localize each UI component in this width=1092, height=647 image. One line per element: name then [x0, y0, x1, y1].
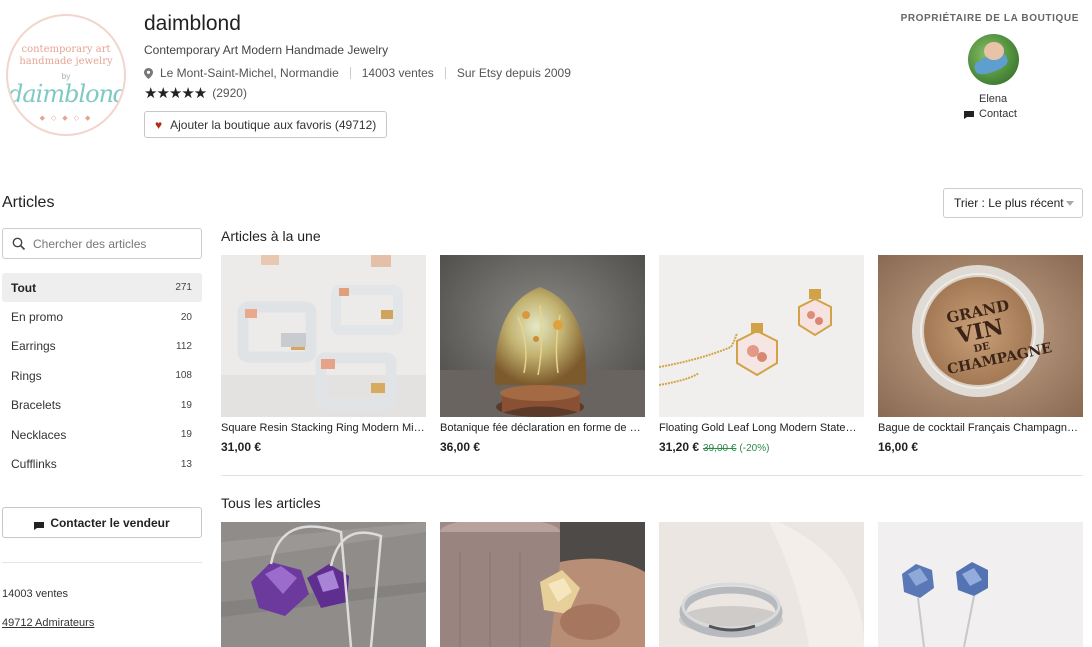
owner-name[interactable]: Elena: [979, 93, 1007, 105]
listing-card[interactable]: [659, 522, 864, 647]
listing-price: 31,20 €: [659, 440, 700, 454]
sidebar-divider: [2, 562, 202, 563]
category-count: 20: [180, 311, 192, 323]
logo-line2: handmade jewelry: [19, 56, 113, 67]
category-item-rings[interactable]: Rings 108: [2, 361, 202, 390]
listing-price: 31,00 €: [221, 440, 262, 454]
listing-card[interactable]: [878, 522, 1083, 647]
category-label: Bracelets: [11, 398, 62, 413]
category-label: Rings: [11, 368, 42, 383]
favorite-shop-label: Ajouter la boutique aux favoris (49712): [170, 117, 377, 132]
location-pin-icon: [144, 67, 153, 79]
listing-title[interactable]: Bague de cocktail Français Champagne Vin: [878, 421, 1083, 435]
owner-contact-label: Contact: [979, 108, 1017, 120]
owner-contact-link[interactable]: Contact: [964, 108, 1017, 120]
search-input[interactable]: [33, 236, 193, 251]
listing-image-silver-ring[interactable]: [659, 522, 864, 647]
listing-card[interactable]: GRAND VIN DE CHAMPAGNE Bague de cocktail…: [878, 255, 1083, 454]
listing-card[interactable]: Floating Gold Leaf Long Modern Statement…: [659, 255, 864, 454]
category-label: Necklaces: [11, 427, 67, 442]
listing-title[interactable]: Floating Gold Leaf Long Modern Statement…: [659, 421, 864, 435]
articles-title: Articles: [2, 194, 55, 211]
category-list: Tout 271 En promo 20 Earrings 112 Rings …: [2, 273, 202, 479]
category-label: Cufflinks: [11, 457, 57, 472]
shop-meta: Le Mont-Saint-Michel, Normandie 14003 ve…: [144, 66, 571, 80]
logo-ornament: ◆ ◇ ◆ ◇ ◆: [39, 115, 93, 122]
shop-tagline: Contemporary Art Modern Handmade Jewelry: [144, 43, 389, 57]
listing-image-citrine-ring[interactable]: [440, 522, 645, 647]
meta-divider: [349, 67, 351, 79]
category-item-necklaces[interactable]: Necklaces 19: [2, 420, 202, 449]
sidebar-sales-count: 14003 ventes: [2, 588, 69, 600]
message-icon: [34, 519, 45, 530]
featured-section-title: Articles à la une: [221, 228, 321, 244]
category-label: Earrings: [11, 339, 56, 354]
listing-image-gold-necklace[interactable]: [659, 255, 864, 417]
listing-price-row: 16,00 €: [878, 440, 1083, 454]
category-item-bracelets[interactable]: Bracelets 19: [2, 391, 202, 420]
chevron-down-icon: [1066, 201, 1074, 206]
listing-old-price: 39,00 €: [703, 443, 737, 454]
shop-location: Le Mont-Saint-Michel, Normandie: [160, 66, 339, 80]
shop-logo[interactable]: contemporary art handmade jewelry by dai…: [6, 14, 126, 136]
star-rating-icon: ★★★★★: [144, 85, 207, 102]
category-count: 19: [180, 399, 192, 411]
listing-title[interactable]: Botanique fée déclaration en forme de dô…: [440, 421, 645, 435]
shop-sales: 14003 ventes: [361, 66, 434, 80]
shop-name: daimblond: [144, 12, 241, 35]
listing-price-row: 36,00 €: [440, 440, 645, 454]
shop-rating[interactable]: ★★★★★ (2920): [144, 84, 247, 102]
listing-price-row: 31,00 €: [221, 440, 426, 454]
listing-title[interactable]: Square Resin Stacking Ring Modern Minima…: [221, 421, 426, 435]
favorite-shop-button[interactable]: ♥ Ajouter la boutique aux favoris (49712…: [144, 111, 388, 138]
sort-dropdown[interactable]: Trier : Le plus récent: [943, 188, 1083, 218]
listing-image-dome-ring[interactable]: [440, 255, 645, 417]
meta-divider: [444, 67, 446, 79]
contact-seller-label: Contacter le vendeur: [50, 515, 170, 530]
listing-price-row: 31,20 € 39,00 € (-20%): [659, 440, 864, 454]
category-count: 108: [175, 370, 192, 382]
logo-wordmark: daimblond: [8, 80, 126, 108]
category-item-tout[interactable]: Tout 271: [2, 273, 202, 303]
listing-image-blue-earrings[interactable]: [878, 522, 1083, 647]
category-count: 19: [180, 429, 192, 441]
listing-image-amethyst-earrings[interactable]: [221, 522, 426, 647]
review-count: (2920): [212, 86, 247, 100]
listing-image-champagne-ring[interactable]: GRAND VIN DE CHAMPAGNE: [878, 255, 1083, 417]
section-divider: [221, 475, 1083, 476]
category-label: Tout: [11, 280, 37, 295]
category-item-earrings[interactable]: Earrings 112: [2, 332, 202, 361]
listing-card[interactable]: Botanique fée déclaration en forme de dô…: [440, 255, 645, 454]
category-count: 13: [180, 458, 192, 470]
sort-label: Trier : Le plus récent: [954, 196, 1064, 210]
logo-text: contemporary art handmade jewelry: [8, 44, 124, 68]
owner-label: PROPRIÉTAIRE DE LA BOUTIQUE: [900, 13, 1079, 24]
listing-image-resin-rings[interactable]: [221, 255, 426, 417]
admirers-link[interactable]: 49712 Admirateurs: [2, 617, 94, 629]
listing-price: 36,00 €: [440, 440, 481, 454]
logo-line1: contemporary art: [21, 44, 111, 55]
category-count: 271: [175, 282, 192, 294]
message-icon: [964, 110, 974, 119]
shop-since: Sur Etsy depuis 2009: [456, 66, 571, 80]
owner-avatar[interactable]: [968, 34, 1019, 85]
search-box[interactable]: [2, 228, 202, 259]
listing-discount: (-20%): [739, 443, 770, 454]
listing-card[interactable]: [440, 522, 645, 647]
listing-price: 16,00 €: [878, 440, 919, 454]
category-label: En promo: [11, 310, 64, 325]
listing-card[interactable]: Square Resin Stacking Ring Modern Minima…: [221, 255, 426, 454]
category-item-en-promo[interactable]: En promo 20: [2, 302, 202, 331]
contact-seller-button[interactable]: Contacter le vendeur: [2, 507, 202, 538]
heart-icon: ♥: [155, 117, 163, 132]
avatar-photo-face: [984, 42, 1004, 60]
category-count: 112: [176, 340, 192, 352]
search-icon: [12, 237, 26, 251]
category-item-cufflinks[interactable]: Cufflinks 13: [2, 449, 202, 478]
all-items-section-title: Tous les articles: [221, 495, 321, 511]
listing-card[interactable]: [221, 522, 426, 647]
